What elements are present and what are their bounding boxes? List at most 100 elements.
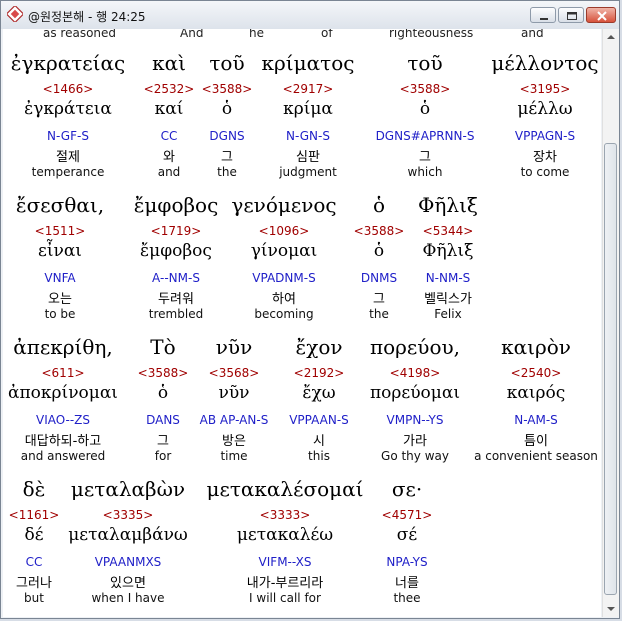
greek-word[interactable]: νῦν [216,335,252,359]
partial-word: he [249,29,264,40]
close-button[interactable] [586,7,616,23]
greek-word[interactable]: ἔχον [295,335,342,359]
greek-word[interactable]: τοῦ [407,51,442,75]
greek-word[interactable]: καὶ [152,51,186,75]
lemma: σέ [396,525,418,545]
greek-word[interactable]: τοῦ [209,51,244,75]
korean-gloss: 와 [163,150,175,165]
greek-word[interactable]: ἐγκρατείας [11,51,125,75]
greek-word[interactable]: σε· [392,477,422,501]
lemma: ἀποκρίνομαι [8,383,118,403]
english-gloss: and [157,165,181,179]
korean-gloss: 가라 [403,434,427,449]
scroll-down-arrow-icon[interactable] [603,601,619,617]
korean-gloss: 심판 [296,150,320,165]
morphology-code: AB AP-AN-S [199,413,269,427]
lemma: καί [154,99,184,119]
english-gloss: I will call for [249,591,321,605]
greek-word[interactable]: ἀπεκρίθη, [13,335,113,359]
morphology-code: CC [160,129,178,143]
strong-number[interactable]: <5344> [423,224,474,238]
strong-number[interactable]: <2917> [283,82,334,96]
app-window: @원정본해 - 행 24:25 as reasoned And he of ri… [0,0,620,619]
lemma: δέ [24,525,44,545]
strong-number[interactable]: <4571> [382,508,433,522]
title-bar[interactable]: @원정본해 - 행 24:25 [1,1,619,29]
greek-word[interactable]: κρίματος [262,51,355,75]
greek-word[interactable]: μέλλοντος [491,51,598,75]
korean-gloss: 두려워 [158,292,194,307]
partial-word: and [521,29,544,40]
previous-line-partial: as reasoned And he of righteousness and [3,29,601,43]
strong-number[interactable]: <4198> [390,366,441,380]
korean-gloss: 시 [313,434,325,449]
strong-number[interactable]: <3588> [202,82,253,96]
greek-word[interactable]: Φῆλιξ [418,193,478,217]
morphology-code: VPPAGN-S [514,129,576,143]
english-gloss: judgment [279,165,337,179]
greek-word[interactable]: μετακαλέσομαί [206,477,363,501]
strong-number[interactable]: <3568> [209,366,260,380]
greek-word[interactable]: ὁ [373,193,385,217]
strong-number[interactable]: <611> [41,366,84,380]
app-icon [7,6,23,22]
scrollbar-thumb[interactable] [604,143,617,595]
greek-word[interactable]: ἔμφοβος [134,193,219,217]
greek-word[interactable]: δὲ [23,477,46,501]
strong-number[interactable]: <2532> [144,82,195,96]
lemma: νῦν [218,383,250,403]
korean-gloss: 그 [373,292,385,307]
greek-word[interactable]: μεταλαβὼν [71,477,185,501]
english-gloss: but [24,591,44,605]
korean-gloss: 대답하되-하고 [24,434,102,449]
strong-number[interactable]: <2540> [511,366,562,380]
strong-number[interactable]: <1161> [9,508,60,522]
interlinear-view[interactable]: as reasoned And he of righteousness and … [3,29,601,617]
strong-number[interactable]: <3333> [260,508,311,522]
partial-word: And [180,29,204,40]
english-gloss: trembled [148,307,204,321]
strong-number[interactable]: <3195> [520,82,571,96]
vertical-scrollbar[interactable] [602,29,619,617]
lemma: Φῆλιξ [422,241,474,261]
lemma: ὁ [221,99,233,119]
partial-word: righteousness [389,29,474,40]
lemma: πορεύομαι [370,383,460,403]
morphology-code: VPAANMXS [94,555,162,569]
maximize-button[interactable] [558,7,584,23]
minimize-icon [540,18,548,20]
morphology-code: N-AM-S [514,413,558,427]
lemma: εἶναι [38,241,82,261]
greek-word[interactable]: πορεύου, [370,335,460,359]
strong-number[interactable]: <2192> [294,366,345,380]
strong-number[interactable]: <3588> [400,82,451,96]
strong-number[interactable]: <3588> [354,224,405,238]
strong-number[interactable]: <1096> [259,224,310,238]
strong-number[interactable]: <1719> [151,224,202,238]
lemma: μετακαλέω [236,525,334,545]
strong-number[interactable]: <3335> [103,508,154,522]
greek-word[interactable]: καιρὸν [501,335,571,359]
english-gloss: and answered [20,449,106,463]
greek-word[interactable]: ἔσεσθαι, [16,193,104,217]
morphology-code: VIAO--ZS [35,413,91,427]
lemma: καιρός [506,383,566,403]
scroll-up-arrow-icon[interactable] [603,29,619,45]
strong-number[interactable]: <1511> [35,224,86,238]
strong-number[interactable]: <3588> [138,366,189,380]
morphology-code: N-GF-S [47,129,89,143]
minimize-button[interactable] [530,7,556,23]
lemma: ὁ [419,99,431,119]
morphology-code: DGNS [209,129,245,143]
korean-gloss: 너를 [395,576,419,591]
close-icon [597,11,607,21]
lemma: ἐγκράτεια [24,99,112,119]
korean-gloss: 오는 [48,292,72,307]
strong-number[interactable]: <1466> [43,82,94,96]
morphology-code: NPA-YS [386,555,428,569]
korean-gloss: 그 [419,150,431,165]
greek-word[interactable]: Τὸ [150,335,175,359]
english-gloss: temperance [31,165,105,179]
lemma: μεταλαμβάνω [68,525,188,545]
greek-word[interactable]: γενόμενος [231,193,336,217]
